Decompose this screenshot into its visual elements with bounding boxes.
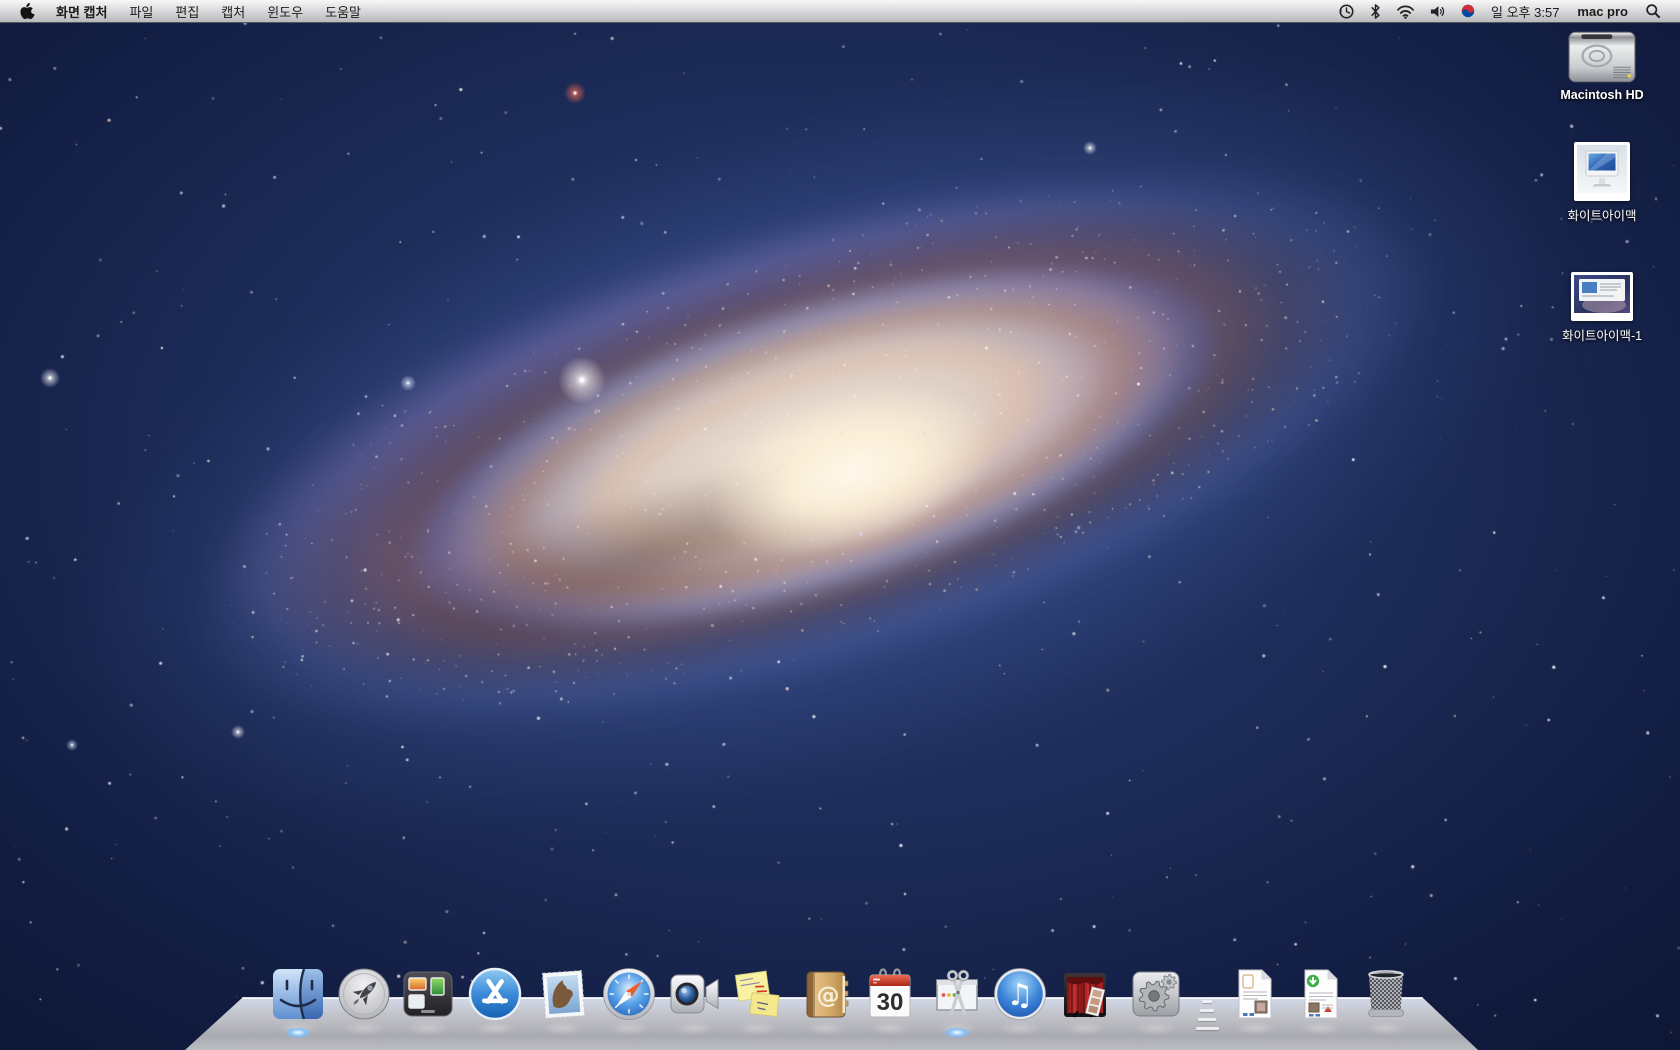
- dock-item-facetime[interactable]: [667, 967, 721, 1021]
- apple-menu-icon[interactable]: [14, 2, 45, 20]
- dock-item-mail[interactable]: [536, 967, 590, 1021]
- image-thumbnail-icon: [1574, 142, 1630, 201]
- menu-window[interactable]: 윈도우: [256, 0, 314, 22]
- screenshot-thumbnail-icon: [1571, 272, 1633, 321]
- dock-item-photo-booth[interactable]: [1058, 967, 1112, 1021]
- dock-item-system-preferences[interactable]: [1129, 967, 1183, 1021]
- menu-help[interactable]: 도움말: [314, 0, 372, 22]
- dock-item-launchpad[interactable]: [337, 967, 391, 1021]
- volume-icon[interactable]: [1422, 0, 1453, 22]
- svg-text:@: @: [817, 983, 840, 1009]
- dock-item-app-store[interactable]: [468, 967, 522, 1021]
- dock-item-document-1[interactable]: [1228, 967, 1282, 1021]
- svg-text:♫: ♫: [1007, 978, 1034, 1013]
- wifi-icon[interactable]: [1389, 0, 1422, 22]
- dock-item-stickies[interactable]: [730, 967, 784, 1021]
- app-menu-title[interactable]: 화면 캡처: [45, 2, 118, 21]
- dock-item-grab[interactable]: [930, 967, 984, 1021]
- dock-item-itunes[interactable]: ♫: [993, 967, 1047, 1021]
- bluetooth-icon[interactable]: [1362, 0, 1389, 22]
- dock-item-document-2[interactable]: [1294, 967, 1348, 1021]
- desktop-icon-label: 화이트아이맥-1: [1562, 325, 1642, 344]
- dock-item-ical[interactable]: 30: [863, 967, 917, 1021]
- desktop-icon-white-imac-1[interactable]: 화이트아이맥-1: [1562, 272, 1642, 344]
- user-menu[interactable]: mac pro: [1567, 4, 1638, 19]
- menu-bar: 화면 캡처 파일편집캡처윈도우도움말 일 오후 3:57 mac pro: [0, 0, 1680, 23]
- dock: @30 ♫: [0, 0, 1680, 1050]
- desktop-icon-label: Macintosh HD: [1560, 88, 1643, 102]
- time-machine-icon[interactable]: [1331, 0, 1362, 22]
- menu-clock[interactable]: 일 오후 3:57: [1483, 2, 1567, 21]
- dock-item-finder[interactable]: [271, 967, 325, 1021]
- menu-file[interactable]: 파일: [118, 0, 164, 22]
- desktop-icon-macintosh-hd[interactable]: Macintosh HD: [1560, 30, 1643, 102]
- dock-item-safari[interactable]: [602, 967, 656, 1021]
- star-field: [0, 0, 1680, 1050]
- desktop-icon-label: 화이트아이맥: [1567, 205, 1636, 224]
- menu-edit[interactable]: 편집: [164, 0, 210, 22]
- desktop-icon-white-imac[interactable]: 화이트아이맥: [1567, 142, 1636, 224]
- svg-text:30: 30: [877, 989, 904, 1016]
- desktop: 화면 캡처 파일편집캡처윈도우도움말 일 오후 3:57 mac pro Mac…: [0, 0, 1680, 1050]
- dock-item-mission-control[interactable]: [401, 967, 455, 1021]
- menu-capture[interactable]: 캡처: [210, 0, 256, 22]
- desktop-icon-column: Macintosh HD 화이트아이맥화이트아이맥-1: [1542, 30, 1662, 392]
- hard-drive-icon: [1567, 30, 1637, 84]
- spotlight-search-icon[interactable]: [1638, 0, 1668, 22]
- dock-item-address-book[interactable]: @: [799, 967, 853, 1021]
- korean-flag-icon[interactable]: [1453, 0, 1483, 22]
- dock-item-trash[interactable]: [1359, 967, 1413, 1021]
- dock-separator: [1191, 1000, 1223, 1030]
